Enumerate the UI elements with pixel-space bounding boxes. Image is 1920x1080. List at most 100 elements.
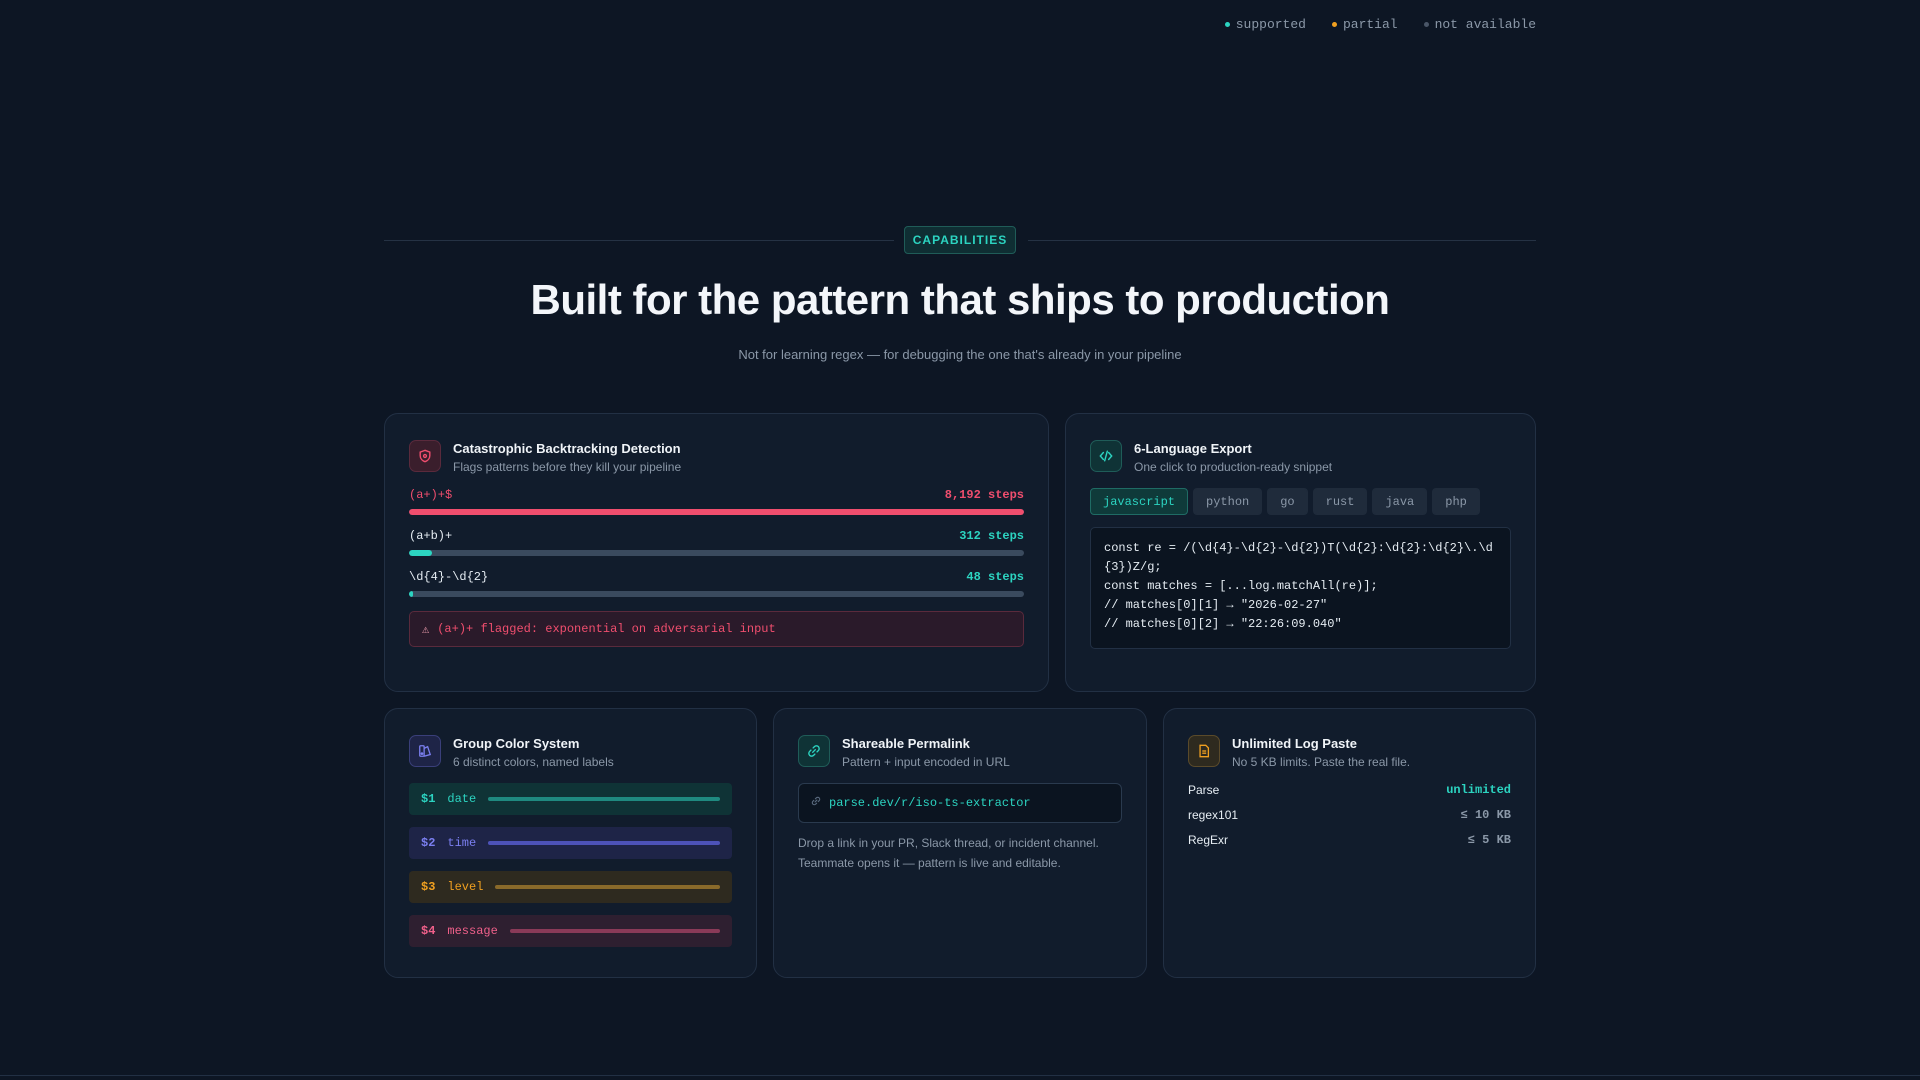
card-subtitle: No 5 KB limits. Paste the real file. (1232, 755, 1411, 769)
warning-icon: ⚠ (422, 622, 430, 637)
description-line: Drop a link in your PR, Slack thread, or… (798, 836, 1099, 850)
language-tabs: javascript python go rust java php (1090, 488, 1511, 515)
limit-row: RegExr ≤ 5 KB (1188, 833, 1511, 847)
availability-legend: supported partial not available (1224, 17, 1536, 32)
card-subtitle: Pattern + input encoded in URL (842, 755, 1010, 769)
section-divider: CAPABILITIES (384, 226, 1536, 254)
group-item: $4 message (409, 915, 732, 947)
step-bar (409, 509, 1024, 515)
capabilities-badge: CAPABILITIES (904, 226, 1016, 254)
tool-name: RegExr (1188, 833, 1229, 847)
backtracking-row: \d{4}-\d{2} 48 steps (409, 570, 1024, 597)
code-icon (1090, 440, 1122, 472)
code-snippet: const re = /(\d{4}-\d{2}-\d{2})T(\d{2}:\… (1090, 527, 1511, 649)
limit-value: ≤ 5 KB (1467, 833, 1511, 847)
code-line: // matches[0][2] → "22:26:09.040" (1104, 617, 1342, 631)
regex-pattern: (a+b)+ (409, 529, 453, 543)
file-icon (1188, 735, 1220, 767)
group-number: $3 (421, 880, 436, 894)
page-title: Built for the pattern that ships to prod… (530, 276, 1390, 323)
warning-banner: ⚠ (a+)+ flagged: exponential on adversar… (409, 611, 1024, 647)
legend-label: supported (1235, 17, 1306, 32)
backtracking-row: (a+b)+ 312 steps (409, 529, 1024, 556)
card-header: Group Color System 6 distinct colors, na… (409, 733, 732, 769)
group-number: $2 (421, 836, 436, 850)
limit-comparison: Parse unlimited regex101 ≤ 10 KB RegExr ≤ 5 K… (1188, 783, 1511, 847)
tab-go[interactable]: go (1267, 488, 1308, 515)
page-subtitle: Not for learning regex — for debugging t… (738, 347, 1182, 362)
group-name: level (447, 880, 484, 894)
step-count: 8,192 steps (944, 488, 1024, 502)
group-color-card: Group Color System 6 distinct colors, na… (384, 708, 757, 978)
backtracking-row: (a+)+$ 8,192 steps (409, 488, 1024, 515)
tool-name: Parse (1188, 783, 1220, 797)
group-item: $3 level (409, 871, 732, 903)
legend-partial: partial (1331, 17, 1398, 32)
code-line: const matches = [...log.matchAll(re)]; (1104, 579, 1378, 593)
legend-label: partial (1342, 17, 1398, 32)
limit-row: Parse unlimited (1188, 783, 1511, 797)
backtracking-card: Catastrophic Backtracking Detection Flag… (384, 413, 1049, 692)
code-line: // matches[0][1] → "2026-02-27" (1104, 598, 1328, 612)
limit-row: regex101 ≤ 10 KB (1188, 808, 1511, 822)
group-color-bar (488, 797, 720, 801)
card-subtitle: Flags patterns before they kill your pip… (453, 460, 682, 474)
shield-icon (409, 440, 441, 472)
step-count: 312 steps (959, 529, 1024, 543)
card-header: 6-Language Export One click to productio… (1090, 438, 1511, 474)
card-subtitle: One click to production-ready snippet (1134, 460, 1333, 474)
not-available-dot (1423, 22, 1429, 27)
group-item: $1 date (409, 783, 732, 815)
log-paste-card: Unlimited Log Paste No 5 KB limits. Past… (1163, 708, 1536, 978)
tab-python[interactable]: python (1193, 488, 1263, 515)
warning-text: (a+)+ flagged: exponential on adversaria… (437, 622, 776, 636)
tab-javascript[interactable]: javascript (1090, 488, 1189, 515)
step-bar-fill (409, 550, 433, 556)
permalink-card: Shareable Permalink Pattern + input enco… (773, 708, 1147, 978)
tab-php[interactable]: php (1432, 488, 1480, 515)
tool-name: regex101 (1188, 808, 1239, 822)
card-title: Shareable Permalink (842, 736, 970, 751)
tab-rust[interactable]: rust (1312, 488, 1368, 515)
code-line: const re = /(\d{4}-\d{2}-\d{2})T(\d{2}:\… (1104, 541, 1493, 574)
permalink-description: Drop a link in your PR, Slack thread, or… (798, 833, 1122, 873)
group-name: date (447, 792, 477, 806)
card-subtitle: 6 distinct colors, named labels (453, 755, 614, 769)
backtracking-rows: (a+)+$ 8,192 steps (a+b)+ 312 steps \d{4}-\d… (409, 488, 1024, 597)
legend-label: not available (1434, 17, 1536, 32)
step-bar-fill (409, 591, 413, 597)
group-name: message (447, 924, 498, 938)
limit-value: ≤ 10 KB (1460, 808, 1511, 822)
group-item: $2 time (409, 827, 732, 859)
group-color-bar (495, 885, 720, 889)
group-list: $1 date $2 time $3 level $4 message (409, 783, 732, 947)
group-number: $4 (421, 924, 436, 938)
description-line: Teammate opens it — pattern is live and … (798, 856, 1061, 870)
supported-dot (1224, 22, 1230, 27)
regex-pattern: (a+)+$ (409, 488, 453, 502)
step-bar-fill (409, 509, 1024, 515)
permalink-url: parse.dev/r/iso-ts-extractor (829, 796, 1031, 810)
card-title: Group Color System (453, 736, 580, 751)
step-bar (409, 591, 1024, 597)
tab-java[interactable]: java (1372, 488, 1428, 515)
card-header: Shareable Permalink Pattern + input enco… (798, 733, 1122, 769)
export-card: 6-Language Export One click to productio… (1065, 413, 1536, 692)
group-number: $1 (421, 792, 436, 806)
permalink-field[interactable]: parse.dev/r/iso-ts-extractor (798, 783, 1122, 823)
divider-line-right (1028, 240, 1536, 241)
regex-pattern: \d{4}-\d{2} (409, 570, 489, 584)
partial-dot (1331, 22, 1337, 27)
link-icon (798, 735, 830, 767)
group-color-bar (509, 929, 720, 933)
palette-icon (409, 735, 441, 767)
card-title: Unlimited Log Paste (1232, 736, 1357, 751)
limit-value: unlimited (1446, 783, 1511, 797)
card-header: Unlimited Log Paste No 5 KB limits. Past… (1188, 733, 1511, 769)
footer-divider (0, 1075, 1920, 1076)
card-title: 6-Language Export (1134, 441, 1252, 456)
card-title: Catastrophic Backtracking Detection (453, 441, 681, 456)
link-icon (811, 796, 821, 810)
legend-not-available: not available (1423, 17, 1536, 32)
divider-line-left (384, 240, 894, 241)
